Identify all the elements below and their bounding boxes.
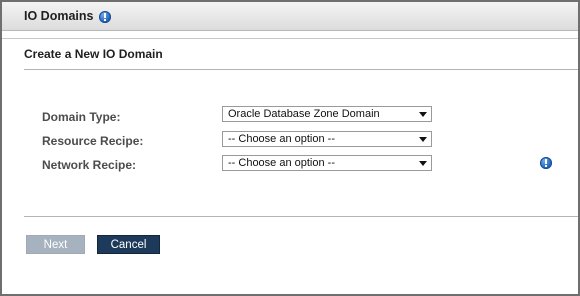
next-button[interactable]: Next — [26, 235, 85, 254]
resource-recipe-value: -- Choose an option -- — [228, 133, 335, 145]
chevron-down-icon — [419, 112, 427, 117]
window-titlebar: IO Domains — [2, 2, 578, 31]
resource-recipe-label: Resource Recipe: — [42, 134, 144, 148]
network-recipe-value: -- Choose an option -- — [228, 157, 335, 169]
resource-recipe-select[interactable]: -- Choose an option -- — [222, 131, 432, 147]
info-icon[interactable] — [99, 11, 111, 23]
network-recipe-label: Network Recipe: — [42, 158, 137, 172]
io-domains-window: IO Domains Create a New IO Domain Domain… — [0, 0, 580, 296]
footer-divider — [24, 216, 578, 217]
section-title: Create a New IO Domain — [24, 47, 163, 61]
info-icon[interactable] — [540, 157, 552, 169]
domain-type-label: Domain Type: — [42, 110, 121, 124]
chevron-down-icon — [419, 137, 427, 142]
domain-type-select[interactable]: Oracle Database Zone Domain — [222, 106, 432, 122]
section-divider — [24, 69, 578, 70]
network-recipe-select[interactable]: -- Choose an option -- — [222, 155, 432, 171]
chevron-down-icon — [419, 161, 427, 166]
header-divider — [2, 38, 578, 39]
window-title: IO Domains — [24, 9, 94, 23]
domain-type-value: Oracle Database Zone Domain — [228, 108, 380, 120]
cancel-button[interactable]: Cancel — [97, 235, 160, 254]
